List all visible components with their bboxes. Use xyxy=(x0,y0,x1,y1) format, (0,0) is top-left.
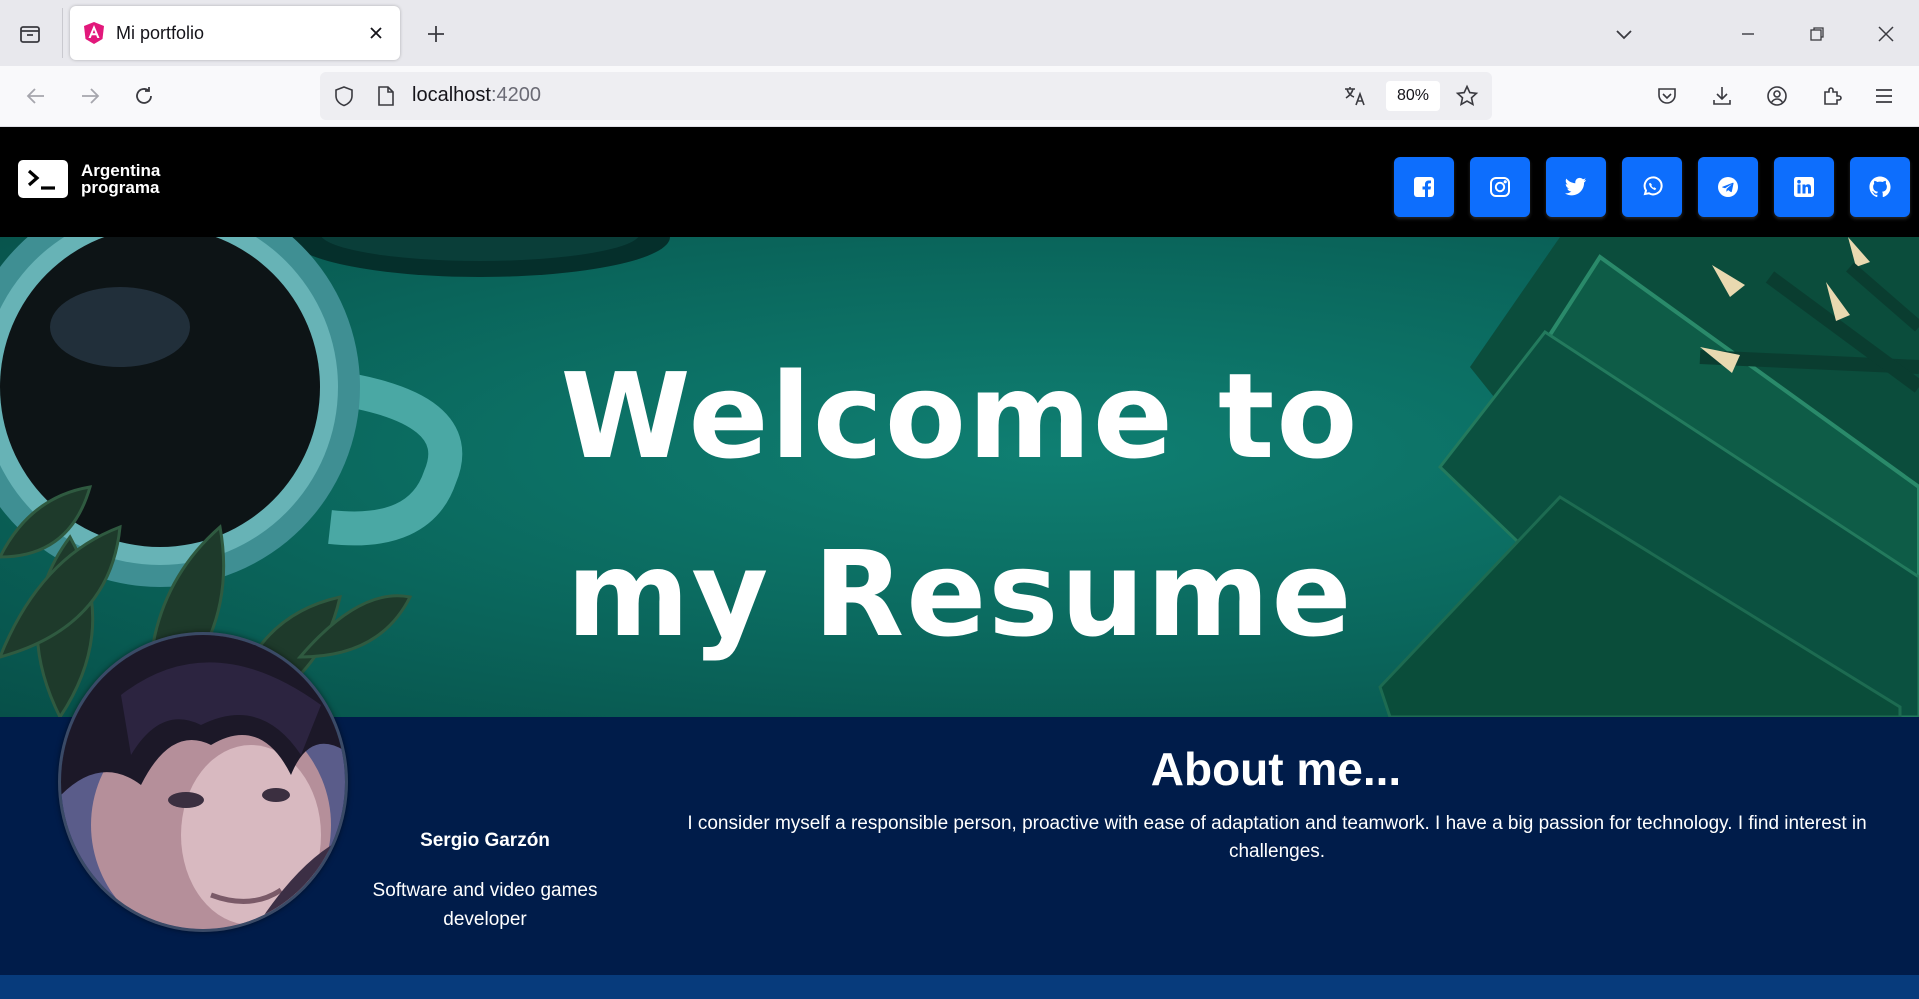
minimize-icon[interactable] xyxy=(1728,14,1768,54)
brand-line-1: Argentina xyxy=(81,161,161,180)
hero-title-line-1: Welcome to xyxy=(560,347,1360,485)
close-window-icon[interactable] xyxy=(1866,14,1906,54)
brand-logo[interactable]: Argentina programa xyxy=(18,160,160,198)
chevron-down-icon[interactable] xyxy=(1604,14,1644,54)
browser-tab-active[interactable]: Mi portfolio xyxy=(70,6,400,60)
hero-title: Welcome to my Resume xyxy=(560,327,1360,683)
whatsapp-button[interactable] xyxy=(1622,157,1682,217)
account-icon[interactable] xyxy=(1759,78,1795,114)
shield-icon[interactable] xyxy=(330,82,358,110)
zoom-level-badge[interactable]: 80% xyxy=(1386,81,1440,111)
twitter-icon xyxy=(1565,177,1587,196)
about-text: I consider myself a responsible person, … xyxy=(687,813,1867,862)
bookmark-star-icon[interactable] xyxy=(1452,81,1482,111)
tab-title: Mi portfolio xyxy=(116,22,205,43)
brand-line-2: programa xyxy=(81,178,160,197)
facebook-button[interactable] xyxy=(1394,157,1454,217)
instagram-button[interactable] xyxy=(1470,157,1530,217)
page-info-icon[interactable] xyxy=(372,82,400,110)
profile-name: Sergio Garzón xyxy=(420,830,550,851)
telegram-button[interactable] xyxy=(1698,157,1758,217)
next-section-edge xyxy=(0,975,1919,999)
downloads-icon[interactable] xyxy=(1704,78,1740,114)
hero-banner: Welcome to my Resume xyxy=(0,237,1919,717)
profile-avatar xyxy=(58,632,348,932)
extensions-icon[interactable] xyxy=(1814,78,1850,114)
profile-role: Software and video games developer xyxy=(372,880,598,930)
brand-name: Argentina programa xyxy=(81,162,160,196)
reload-icon[interactable] xyxy=(126,78,162,114)
github-icon xyxy=(1869,176,1891,198)
back-arrow-icon[interactable] xyxy=(18,78,54,114)
telegram-icon xyxy=(1718,177,1738,197)
translate-icon[interactable] xyxy=(1340,82,1370,110)
forward-arrow-icon[interactable] xyxy=(72,78,108,114)
new-tab-icon[interactable] xyxy=(418,16,454,52)
linkedin-icon xyxy=(1794,177,1814,197)
twitter-button[interactable] xyxy=(1546,157,1606,217)
site-header: Argentina programa xyxy=(0,127,1919,237)
github-button[interactable] xyxy=(1850,157,1910,217)
instagram-icon xyxy=(1490,177,1510,197)
browser-tab-bar: Mi portfolio xyxy=(0,0,1919,66)
tab-list-icon[interactable] xyxy=(14,18,46,50)
about-title: About me... xyxy=(1150,743,1402,795)
tab-separator xyxy=(62,8,63,58)
linkedin-button[interactable] xyxy=(1774,157,1834,217)
angular-favicon-icon xyxy=(84,22,104,44)
browser-toolbar: localhost:4200 80% xyxy=(0,66,1919,127)
address-bar[interactable]: localhost:4200 80% xyxy=(320,72,1492,120)
restore-icon[interactable] xyxy=(1797,14,1837,54)
url-text[interactable]: localhost:4200 xyxy=(412,84,541,107)
facebook-icon xyxy=(1414,177,1434,197)
close-tab-icon[interactable] xyxy=(358,15,394,51)
terminal-icon xyxy=(18,160,68,198)
whatsapp-icon xyxy=(1643,176,1663,196)
menu-icon[interactable] xyxy=(1866,78,1902,114)
pocket-icon[interactable] xyxy=(1649,78,1685,114)
hero-title-line-2: my Resume xyxy=(566,525,1354,663)
